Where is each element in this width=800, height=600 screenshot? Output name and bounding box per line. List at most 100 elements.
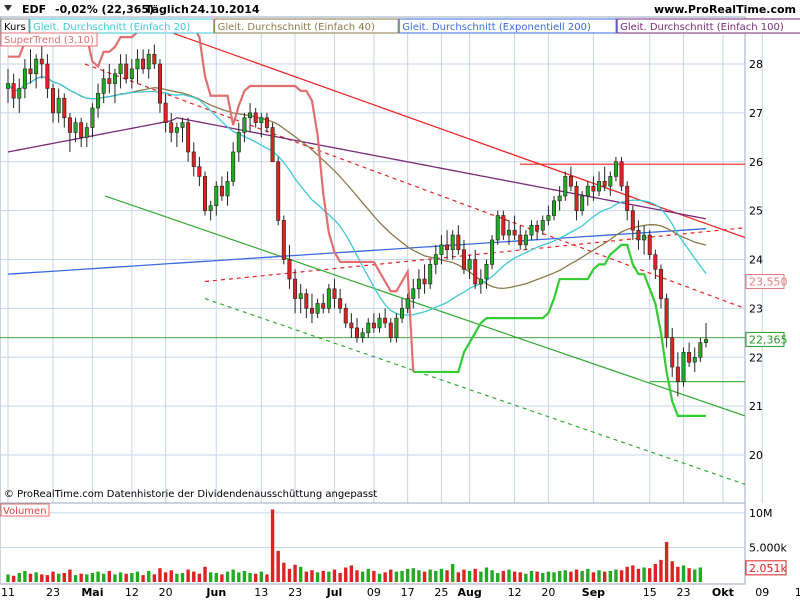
candle-body [636, 229, 641, 241]
interval-label[interactable]: Täglich [145, 3, 189, 16]
candle-body [146, 53, 151, 70]
volume-bar [282, 562, 286, 582]
volume-bar [299, 566, 303, 582]
candle-body [101, 78, 106, 94]
volume-bar [451, 564, 455, 582]
time-tick-label: 25 [434, 586, 448, 599]
candle-body [242, 117, 247, 133]
candle-body [625, 185, 630, 211]
candle-body [591, 185, 596, 192]
volume-bar [473, 568, 477, 582]
candle-body [371, 322, 376, 329]
candle-body [405, 298, 410, 309]
volume-bar [422, 571, 427, 582]
volume-bar [56, 573, 61, 582]
volume-bar [557, 570, 562, 582]
candle-body [433, 254, 438, 265]
volume-tick-label: 5.000k [749, 541, 787, 554]
volume-bar [670, 561, 674, 582]
volume-bar [96, 571, 100, 582]
volume-bar [130, 573, 134, 582]
volume-bar [102, 573, 106, 582]
candle-body [619, 161, 624, 187]
volume-bar [479, 571, 483, 582]
price-marker-label: 22,365 [749, 333, 788, 346]
candle-body [315, 303, 320, 314]
candle-body [580, 195, 585, 211]
volume-bar [484, 567, 489, 582]
time-tick-label: 13 [254, 586, 268, 599]
candle-body [298, 293, 303, 299]
price-tick-label: 25 [749, 205, 763, 218]
volume-bar [439, 568, 444, 582]
volume-bar [287, 568, 292, 582]
candle-body [84, 127, 89, 138]
volume-bar [338, 573, 342, 582]
volume-bar [377, 573, 382, 582]
volume-bar [456, 572, 461, 582]
volume-bar [394, 571, 399, 582]
candle-body [56, 97, 61, 114]
symbol-label[interactable]: EDF [22, 3, 46, 16]
candle-body [22, 68, 27, 89]
volume-bar [383, 572, 387, 582]
candle-body [180, 122, 185, 128]
volume-bar [90, 573, 95, 582]
legend-entry: Gleit. Durchschnitt (Einfach 40) [218, 22, 375, 33]
candle-body [388, 322, 393, 339]
candle-body [422, 278, 427, 285]
candle-body [428, 264, 433, 285]
candle-body [225, 181, 230, 197]
volume-bar [529, 570, 534, 582]
volume-bar [659, 559, 663, 582]
candle-body [568, 176, 573, 187]
volume-bar [664, 541, 669, 582]
candle-body [264, 117, 269, 128]
volume-bar [366, 568, 370, 582]
volume-bar [253, 573, 258, 582]
volume-bar [563, 570, 567, 582]
volume-bar [163, 572, 168, 582]
candle-body [51, 88, 56, 114]
volume-bar [535, 571, 539, 582]
brand-label[interactable]: www.ProRealTime.com [654, 3, 796, 16]
candle-body [118, 63, 123, 75]
volume-bar [197, 573, 202, 582]
candle-body [597, 181, 602, 192]
volume-bar [467, 570, 472, 582]
candle-body [62, 97, 67, 119]
volume-bar [113, 574, 117, 582]
price-marker-label: 23,550 [749, 275, 788, 288]
candle-body [647, 234, 652, 255]
candle-body [377, 317, 382, 329]
volume-bar [231, 569, 235, 582]
candle-body [332, 288, 337, 299]
volume-bar [242, 570, 247, 582]
candle-body [293, 278, 298, 299]
volume-bar [332, 569, 337, 582]
volume-bar [118, 572, 123, 582]
volume-bar [175, 573, 179, 582]
candle-body [450, 234, 455, 251]
legend: Kurs Gleit. Durchschnitt (Einfach 20) Gle… [0, 18, 800, 34]
candle-body [236, 132, 241, 153]
volume-panel: Volumen [0, 502, 746, 585]
candle-body [478, 278, 483, 285]
candle-body [456, 234, 461, 251]
candle-body [467, 259, 472, 270]
volume-bar [546, 571, 551, 582]
candle-body [585, 185, 590, 197]
volume-bar [141, 575, 145, 582]
volume-bar [518, 572, 522, 582]
candle-body [698, 342, 703, 358]
candle-body [79, 122, 84, 138]
price-panel [0, 16, 763, 504]
volume-bar [135, 571, 140, 582]
candle-body [416, 278, 421, 290]
legend-entry: Gleit. Durchschnitt (Einfach 20) [33, 22, 190, 33]
volume-bar [158, 568, 162, 582]
volume-bar [73, 575, 78, 582]
volume-bar [248, 573, 252, 582]
time-tick-label: 23 [288, 586, 302, 599]
candle-body [529, 224, 534, 236]
